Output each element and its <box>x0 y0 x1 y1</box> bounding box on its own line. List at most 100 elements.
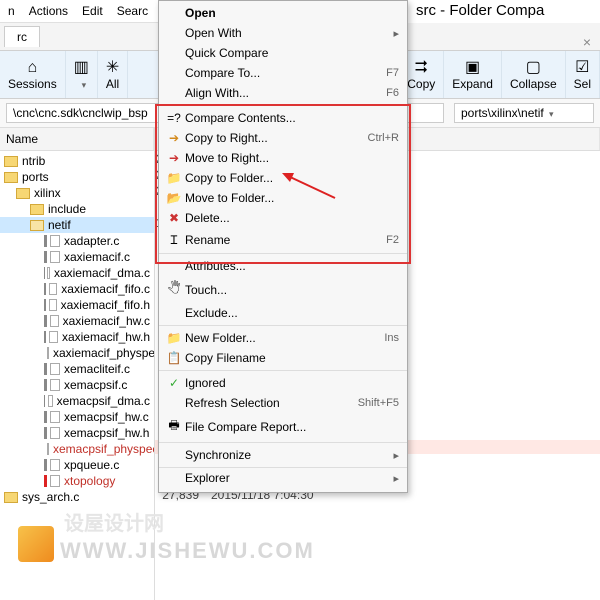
right-path-input[interactable]: ports\xilinx\netif ▾ <box>454 103 594 123</box>
ctx-move-to-right[interactable]: ➔Move to Right... <box>159 148 407 168</box>
file-icon <box>48 395 53 407</box>
diff-bar-icon <box>44 459 47 471</box>
file-icon <box>49 283 57 295</box>
file-icon <box>49 299 57 311</box>
ctx-quick-compare[interactable]: Quick Compare <box>159 43 407 63</box>
file-node[interactable]: xaxiemacif_hw.c <box>0 313 154 329</box>
sessions-button[interactable]: ▥ ▾ <box>66 51 98 98</box>
file-icon <box>50 459 60 471</box>
file-node[interactable]: xaxiemacif_physpe <box>0 345 154 361</box>
diff-bar-icon <box>44 411 47 423</box>
file-icon <box>47 347 49 359</box>
asterisk-icon: ✳ <box>106 59 119 77</box>
diff-bar-icon <box>44 475 47 487</box>
ctx-synchronize[interactable]: Synchronize▸ <box>159 445 407 465</box>
file-node[interactable]: xemacpsif_dma.c <box>0 393 154 409</box>
file-node[interactable]: xaxiemacif_fifo.c <box>0 281 154 297</box>
ctx-refresh[interactable]: Refresh SelectionShift+F5 <box>159 393 407 413</box>
folder-move-icon: 📂 <box>163 191 185 205</box>
delete-icon: ✖ <box>163 211 185 225</box>
sessions-icon: ▥ <box>74 59 89 77</box>
close-tab-icon[interactable]: × <box>580 34 594 50</box>
ctx-exclude[interactable]: Exclude... <box>159 303 407 323</box>
file-node[interactable]: xaxiemacif.c <box>0 249 154 265</box>
ctx-ignored[interactable]: ✓Ignored <box>159 373 407 393</box>
file-node[interactable]: xaxiemacif_hw.h <box>0 329 154 345</box>
touch-icon: 🖑 <box>163 279 185 300</box>
all-button[interactable]: ✳All <box>98 51 128 98</box>
ctx-open[interactable]: Open <box>159 3 407 23</box>
folder-icon <box>16 188 30 199</box>
select-button[interactable]: ☑Sel <box>566 51 600 98</box>
file-node[interactable]: xemacpsif_physpeed <box>0 441 154 457</box>
folder-icon <box>30 204 44 215</box>
file-node[interactable]: xpqueue.c <box>0 457 154 473</box>
folder-node[interactable]: netif <box>0 217 154 233</box>
file-node[interactable]: xemacpsif.c <box>0 377 154 393</box>
folder-node[interactable]: ntrib <box>0 153 154 169</box>
diff-bar-icon <box>44 299 46 311</box>
copy-icon: ⮆ <box>415 59 428 77</box>
file-icon <box>47 267 50 279</box>
diff-bar-icon <box>44 251 47 263</box>
ctx-align-with[interactable]: Align With...F6 <box>159 83 407 103</box>
menu-item[interactable]: Edit <box>82 4 103 18</box>
menu-item[interactable]: Searc <box>117 4 148 18</box>
file-node[interactable]: xtopology <box>0 473 154 489</box>
menu-item[interactable]: n <box>8 4 15 18</box>
collapse-button[interactable]: ▢Collapse <box>502 51 566 98</box>
file-node[interactable]: xaxiemacif_dma.c <box>0 265 154 281</box>
diff-bar-icon <box>44 427 47 439</box>
file-icon <box>50 251 60 263</box>
ctx-compare-to[interactable]: Compare To...F7 <box>159 63 407 83</box>
new-folder-icon: 📁 <box>163 331 185 345</box>
collapse-icon: ▢ <box>526 59 541 77</box>
col-name[interactable]: Name <box>0 128 154 150</box>
ctx-move-to-folder[interactable]: 📂Move to Folder... <box>159 188 407 208</box>
file-icon <box>49 331 58 343</box>
copy-name-icon: 📋 <box>163 351 185 365</box>
ctx-rename[interactable]: ꞮRenameF2 <box>159 228 407 251</box>
expand-button[interactable]: ▣Expand <box>444 51 502 98</box>
check-icon: ✓ <box>163 376 185 390</box>
compare-icon: =? <box>163 111 185 125</box>
file-node[interactable]: xemacpsif_hw.h <box>0 425 154 441</box>
ctx-attributes[interactable]: Attributes... <box>159 256 407 276</box>
file-node[interactable]: xaxiemacif_fifo.h <box>0 297 154 313</box>
expand-icon: ▣ <box>465 59 480 77</box>
ctx-new-folder[interactable]: 📁New Folder...Ins <box>159 328 407 348</box>
folder-node[interactable]: xilinx <box>0 185 154 201</box>
home-button[interactable]: ⌂Sessions <box>0 51 66 98</box>
ctx-copy-to-right[interactable]: ➔Copy to Right...Ctrl+R <box>159 128 407 148</box>
ctx-delete[interactable]: ✖Delete... <box>159 208 407 228</box>
session-tab[interactable]: rc <box>4 26 40 47</box>
window-title: src - Folder Compa <box>408 0 600 23</box>
ctx-copy-filename[interactable]: 📋Copy Filename <box>159 348 407 368</box>
folder-copy-icon: 📁 <box>163 171 185 185</box>
file-node[interactable]: xadapter.c <box>0 233 154 249</box>
watermark-logo <box>18 526 54 562</box>
chevron-down-icon[interactable]: ▾ <box>549 109 554 119</box>
move-right-icon: ➔ <box>163 151 185 165</box>
diff-bar-icon <box>44 379 47 391</box>
folder-node[interactable]: include <box>0 201 154 217</box>
folder-icon <box>4 156 18 167</box>
file-icon <box>50 235 60 247</box>
ctx-compare-contents[interactable]: =?Compare Contents... <box>159 108 407 128</box>
ctx-explorer[interactable]: Explorer▸ <box>159 468 407 488</box>
folder-icon <box>30 220 44 231</box>
ctx-open-with[interactable]: Open With▸ <box>159 23 407 43</box>
file-node[interactable]: xemacliteif.c <box>0 361 154 377</box>
file-icon <box>50 427 60 439</box>
file-icon <box>50 475 60 487</box>
select-icon: ☑ <box>575 59 589 77</box>
ctx-report[interactable]: 🖶File Compare Report... <box>159 413 407 440</box>
file-node[interactable]: xemacpsif_hw.c <box>0 409 154 425</box>
ctx-copy-to-folder[interactable]: 📁Copy to Folder... <box>159 168 407 188</box>
diff-bar-icon <box>44 331 46 343</box>
folder-node[interactable]: sys_arch.c <box>0 489 154 505</box>
folder-node[interactable]: ports <box>0 169 154 185</box>
ctx-touch[interactable]: 🖑Touch... <box>159 276 407 303</box>
menu-item[interactable]: Actions <box>29 4 68 18</box>
file-icon <box>50 315 59 327</box>
